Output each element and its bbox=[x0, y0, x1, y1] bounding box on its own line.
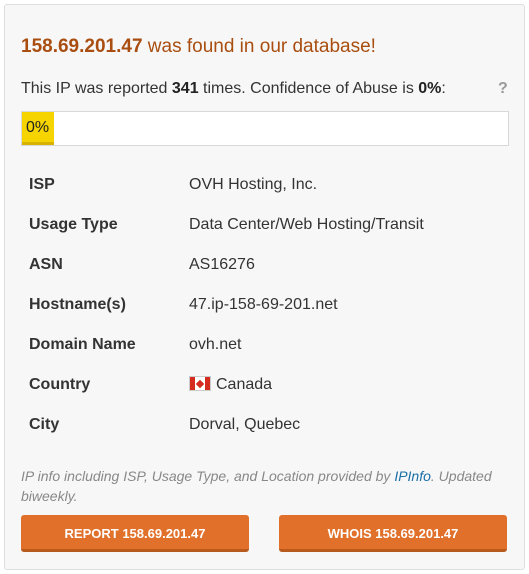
table-row: City Dorval, Quebec bbox=[21, 405, 509, 445]
confidence-progress-bar: 0% bbox=[21, 111, 509, 146]
usage-type-value: Data Center/Web Hosting/Transit bbox=[189, 216, 424, 233]
hostname-label: Hostname(s) bbox=[29, 296, 126, 313]
report-summary: This IP was reported 341 times. Confiden… bbox=[21, 80, 446, 98]
table-row: Hostname(s) 47.ip-158-69-201.net bbox=[21, 285, 509, 325]
report-summary-suffix: : bbox=[441, 80, 446, 97]
usage-type-label: Usage Type bbox=[29, 216, 118, 233]
domain-name-label: Domain Name bbox=[29, 336, 136, 353]
city-value: Dorval, Quebec bbox=[189, 416, 301, 433]
table-row: Usage Type Data Center/Web Hosting/Trans… bbox=[21, 205, 509, 245]
footnote-text-before: IP info including ISP, Usage Type, and L… bbox=[21, 468, 395, 484]
table-row: ISP OVH Hosting, Inc. bbox=[21, 165, 509, 205]
country-label: Country bbox=[29, 376, 91, 393]
data-source-footnote: IP info including ISP, Usage Type, and L… bbox=[21, 466, 501, 506]
asn-label: ASN bbox=[29, 256, 63, 273]
canada-flag-icon bbox=[189, 376, 211, 391]
asn-value: AS16276 bbox=[189, 256, 255, 273]
table-row: Country Canada bbox=[21, 365, 509, 405]
report-ip-button[interactable]: REPORT 158.69.201.47 bbox=[21, 515, 249, 552]
ipinfo-link[interactable]: IPInfo bbox=[394, 468, 431, 484]
help-icon[interactable]: ? bbox=[498, 80, 508, 98]
city-label: City bbox=[29, 416, 60, 433]
report-summary-prefix: This IP was reported bbox=[21, 80, 172, 97]
headline-found-text: was found in our database! bbox=[142, 36, 376, 57]
domain-name-value: ovh.net bbox=[189, 336, 242, 353]
hostname-value: 47.ip-158-69-201.net bbox=[189, 296, 338, 313]
isp-value: OVH Hosting, Inc. bbox=[189, 176, 318, 193]
ip-details-table: ISP OVH Hosting, Inc. Usage Type Data Ce… bbox=[21, 165, 509, 445]
confidence-progress-label: 0% bbox=[26, 119, 50, 136]
report-count: 341 bbox=[171, 80, 199, 97]
country-value: Canada bbox=[216, 376, 273, 393]
whois-ip-button[interactable]: WHOIS 158.69.201.47 bbox=[279, 515, 507, 552]
ip-result-card: 158.69.201.47 was found in our database!… bbox=[4, 4, 525, 570]
isp-label: ISP bbox=[29, 176, 55, 193]
report-summary-middle: times. Confidence of Abuse is bbox=[198, 80, 419, 97]
confidence-value: 0% bbox=[418, 80, 442, 97]
headline-ip: 158.69.201.47 bbox=[21, 36, 143, 57]
country-cell: Canada bbox=[189, 365, 509, 405]
result-headline: 158.69.201.47 was found in our database! bbox=[21, 36, 376, 58]
table-row: ASN AS16276 bbox=[21, 245, 509, 285]
table-row: Domain Name ovh.net bbox=[21, 325, 509, 365]
